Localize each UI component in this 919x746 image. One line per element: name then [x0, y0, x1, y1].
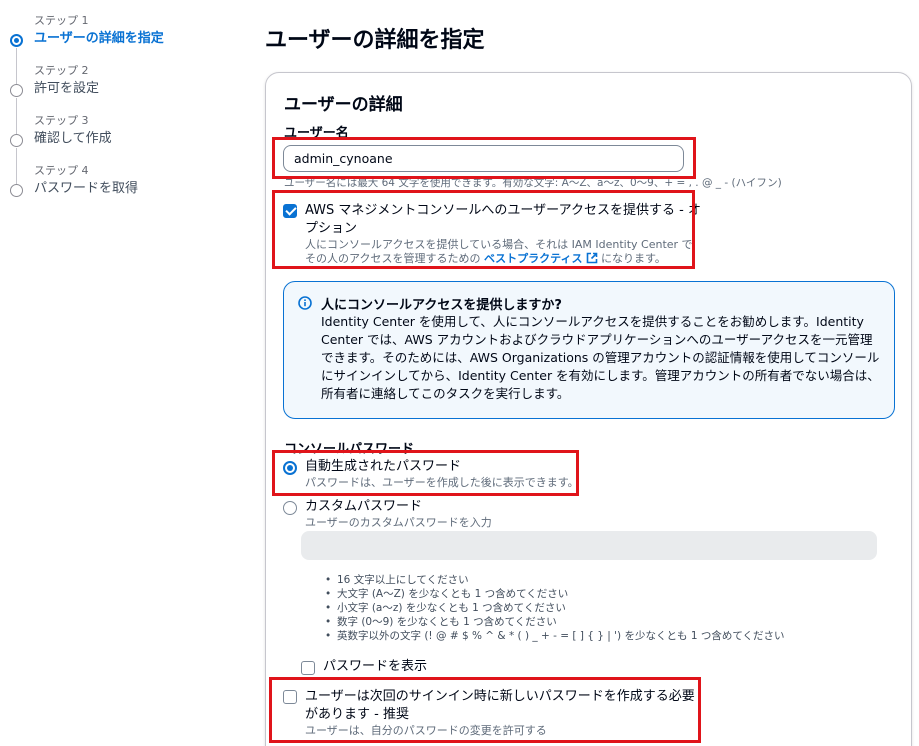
console-access-label-line2[interactable]: プション	[305, 220, 357, 238]
console-password-label: コンソールパスワード	[284, 442, 415, 457]
console-access-checkbox[interactable]	[283, 204, 297, 218]
info-line: 所有者に連絡してこのタスクを実行します。	[321, 386, 570, 401]
step-number: ステップ 1	[34, 14, 89, 27]
info-icon	[298, 296, 312, 310]
step-1[interactable]: ステップ 1 ユーザーの詳細を指定	[0, 14, 230, 58]
auto-password-radio[interactable]	[283, 461, 297, 475]
step-pending-icon	[10, 84, 23, 97]
custom-password-label[interactable]: カスタムパスワード	[305, 498, 422, 516]
requirement-item: 英数字以外の文字 (! @ # $ % ^ & * ( ) _ + - = [ …	[325, 629, 785, 643]
custom-password-input[interactable]	[301, 531, 877, 560]
page-title: ユーザーの詳細を指定	[265, 28, 485, 53]
best-practice-link[interactable]: ベストプラクティス	[484, 252, 583, 265]
username-input[interactable]: admin_cynoane	[283, 145, 684, 172]
card-title: ユーザーの詳細	[284, 95, 403, 115]
auto-password-label[interactable]: 自動生成されたパスワード	[305, 458, 461, 476]
external-link-icon[interactable]	[586, 252, 598, 264]
info-line: できます。そのためには、AWS Organizations の管理アカウントの認…	[321, 350, 880, 365]
requirement-item: 小文字 (a〜z) を少なくとも 1 つ含めてください	[325, 601, 785, 615]
password-requirements: 16 文字以上にしてください 大文字 (A〜Z) を少なくとも 1 つ含めてくだ…	[325, 573, 785, 643]
auto-password-desc: パスワードは、ユーザーを作成した後に表示できます。	[305, 476, 579, 489]
require-reset-checkbox[interactable]	[283, 690, 297, 704]
step-pending-icon	[10, 134, 23, 147]
console-access-label-line1[interactable]: AWS マネジメントコンソールへのユーザーアクセスを提供する - オ	[305, 202, 701, 220]
console-access-desc-line2: その人のアクセスを管理するための ベストプラクティス になります。	[305, 252, 666, 266]
show-password-label[interactable]: パスワードを表示	[323, 658, 427, 676]
step-title: 許可を設定	[34, 81, 100, 96]
step-title: パスワードを取得	[34, 181, 139, 196]
custom-password-radio[interactable]	[283, 501, 297, 515]
step-number: ステップ 4	[34, 164, 89, 177]
step-number: ステップ 3	[34, 114, 89, 127]
console-access-desc-line1: 人にコンソールアクセスを提供している場合、それは IAM Identity Ce…	[305, 238, 693, 251]
info-title: 人にコンソールアクセスを提供しますか?	[321, 298, 562, 313]
requirement-item: 数字 (0〜9) を少なくとも 1 つ含めてください	[325, 615, 785, 629]
desc-text: その人のアクセスを管理するための	[305, 252, 484, 265]
step-title: ユーザーの詳細を指定	[34, 31, 164, 46]
show-password-checkbox[interactable]	[301, 661, 315, 675]
require-reset-desc: ユーザーは、自分のパスワードの変更を許可する	[305, 724, 547, 737]
username-label: ユーザー名	[284, 126, 349, 141]
step-4[interactable]: ステップ 4 パスワードを取得	[0, 164, 230, 208]
step-3[interactable]: ステップ 3 確認して作成	[0, 114, 230, 158]
username-constraint: ユーザー名には最大 64 文字を使用できます。有効な文字: A〜Z、a〜z、0〜…	[284, 177, 782, 189]
requirement-item: 16 文字以上にしてください	[325, 573, 785, 587]
info-line: にサインインしてから、Identity Center を有効にします。管理アカウ…	[321, 368, 880, 383]
desc-text: になります。	[597, 252, 666, 265]
custom-password-desc: ユーザーのカスタムパスワードを入力	[305, 516, 492, 529]
require-reset-label-line2[interactable]: があります - 推奨	[305, 706, 409, 724]
requirement-item: 大文字 (A〜Z) を少なくとも 1 つ含めてください	[325, 587, 785, 601]
step-number: ステップ 2	[34, 64, 89, 77]
info-line: Identity Center を使用して、人にコンソールアクセスを提供すること…	[321, 314, 864, 329]
wizard-stepper: ステップ 1 ユーザーの詳細を指定 ステップ 2 許可を設定 ステップ 3 確認…	[0, 0, 230, 746]
step-title: 確認して作成	[34, 131, 112, 146]
require-reset-label-line1[interactable]: ユーザーは次回のサインイン時に新しいパスワードを作成する必要	[305, 688, 695, 706]
step-pending-icon	[10, 184, 23, 197]
info-line: Center では、AWS アカウントおよびクラウドアプリケーションへのユーザー…	[321, 332, 873, 347]
step-2[interactable]: ステップ 2 許可を設定	[0, 64, 230, 108]
step-active-icon	[10, 34, 23, 47]
